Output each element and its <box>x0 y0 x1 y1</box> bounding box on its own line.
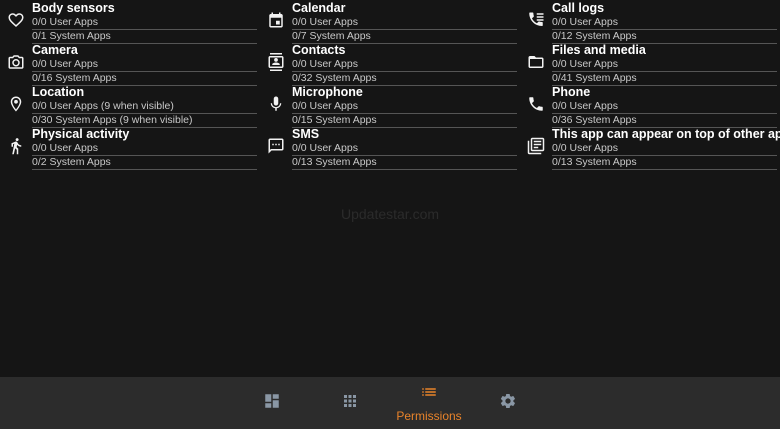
system-apps-count: 0/13 System Apps <box>292 156 517 170</box>
permission-item-calendar[interactable]: Calendar 0/0 User Apps 0/7 System Apps <box>260 0 520 44</box>
permission-title: Body sensors <box>32 1 115 15</box>
permission-title: SMS <box>292 127 320 141</box>
permission-item-files-and-media[interactable]: Files and media 0/0 User Apps 0/41 Syste… <box>520 42 780 86</box>
permission-item-camera[interactable]: Camera 0/0 User Apps 0/16 System Apps <box>0 42 260 86</box>
system-apps-count: 0/13 System Apps <box>552 156 777 170</box>
permission-title: Calendar <box>292 1 346 15</box>
permission-item-sms[interactable]: SMS 0/0 User Apps 0/13 System Apps <box>260 126 520 170</box>
user-apps-count: 0/0 User Apps <box>32 16 257 30</box>
permission-item-microphone[interactable]: Microphone 0/0 User Apps 0/15 System App… <box>260 84 520 128</box>
folder-icon <box>526 52 546 72</box>
phone-icon <box>526 94 546 114</box>
permission-item-location[interactable]: Location 0/0 User Apps (9 when visible) … <box>0 84 260 128</box>
user-apps-count: 0/0 User Apps <box>552 100 777 114</box>
microphone-icon <box>266 94 286 114</box>
location-pin-icon <box>6 94 26 114</box>
user-apps-count: 0/0 User Apps <box>552 58 777 72</box>
user-apps-count: 0/0 User Apps <box>32 142 257 156</box>
nav-permissions-button[interactable]: Permissions <box>392 377 466 429</box>
permission-title: Phone <box>552 85 591 99</box>
permission-item-call-logs[interactable]: Call logs 0/0 User Apps 0/12 System Apps <box>520 0 780 44</box>
nav-dashboard-button[interactable] <box>254 377 290 429</box>
nav-permissions-label: Permissions <box>396 409 462 423</box>
apps-grid-icon <box>341 392 359 415</box>
camera-icon <box>6 52 26 72</box>
permission-title: Contacts <box>292 43 346 57</box>
user-apps-count: 0/0 User Apps <box>552 16 777 30</box>
user-apps-count: 0/0 User Apps <box>292 58 517 72</box>
overlay-icon <box>526 136 546 156</box>
nav-settings-button[interactable] <box>490 377 526 429</box>
gear-icon <box>499 392 517 415</box>
call-log-icon <box>526 10 546 30</box>
permission-item-contacts[interactable]: Contacts 0/0 User Apps 0/32 System Apps <box>260 42 520 86</box>
watermark: Updatestar.com <box>340 206 440 222</box>
heart-icon <box>6 10 26 30</box>
nav-apps-button[interactable] <box>332 377 368 429</box>
user-apps-count: 0/0 User Apps <box>292 142 517 156</box>
contacts-icon <box>266 52 286 72</box>
permission-title: Files and media <box>552 43 646 57</box>
bottom-navigation-bar: Permissions <box>0 377 780 429</box>
user-apps-count: 0/0 User Apps <box>32 58 257 72</box>
user-apps-count: 0/0 User Apps <box>292 100 517 114</box>
permission-title: Call logs <box>552 1 605 15</box>
list-icon <box>420 383 438 406</box>
permission-title: Physical activity <box>32 127 130 141</box>
permission-item-display-over-apps[interactable]: This app can appear on top of other apps… <box>520 126 780 170</box>
permission-item-physical-activity[interactable]: Physical activity 0/0 User Apps 0/2 Syst… <box>0 126 260 170</box>
permission-title: This app can appear on top of other apps <box>552 127 780 141</box>
calendar-icon <box>266 10 286 30</box>
dashboard-icon <box>263 392 281 415</box>
permission-title: Camera <box>32 43 78 57</box>
permission-title: Microphone <box>292 85 363 99</box>
permission-title: Location <box>32 85 85 99</box>
user-apps-count: 0/0 User Apps (9 when visible) <box>32 100 257 114</box>
user-apps-count: 0/0 User Apps <box>552 142 777 156</box>
user-apps-count: 0/0 User Apps <box>292 16 517 30</box>
system-apps-count: 0/2 System Apps <box>32 156 257 170</box>
walking-icon <box>6 136 26 156</box>
permission-item-body-sensors[interactable]: Body sensors 0/0 User Apps 0/1 System Ap… <box>0 0 260 44</box>
sms-icon <box>266 136 286 156</box>
permission-item-phone[interactable]: Phone 0/0 User Apps 0/36 System Apps <box>520 84 780 128</box>
